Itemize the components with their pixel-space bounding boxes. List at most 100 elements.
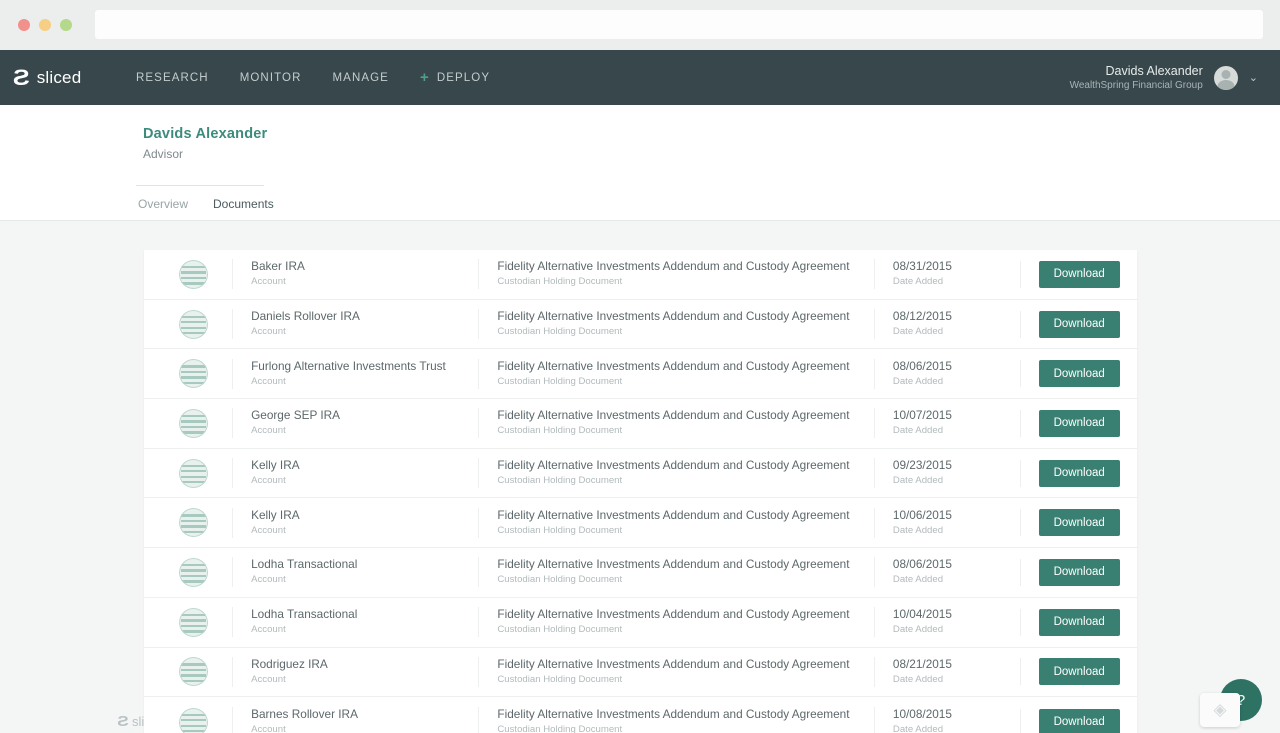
download-button[interactable]: Download — [1038, 260, 1120, 288]
document-name: Fidelity Alternative Investments Addendu… — [497, 259, 850, 274]
row-icon-cell — [155, 259, 232, 289]
table-row[interactable]: Kelly IRA Account Fidelity Alternative Inv… — [144, 449, 1137, 499]
table-row[interactable]: Lodha Transactional Account Fidelity Alter… — [144, 548, 1137, 598]
user-identity: Davids Alexander WealthSpring Financial … — [1070, 63, 1203, 93]
profile-header: Davids Alexander Advisor — [0, 105, 1280, 186]
account-cell: George SEP IRA Account — [232, 408, 478, 439]
brand-name-label: sliced — [36, 68, 82, 87]
date-cell: 08/06/2015 Date Added — [873, 557, 1020, 588]
tab-list: Overview Documents — [138, 186, 274, 223]
download-button[interactable]: Download — [1038, 708, 1120, 733]
download-button[interactable]: Download — [1038, 658, 1120, 686]
table-row[interactable]: Kelly IRA Account Fidelity Alternative Inv… — [144, 498, 1137, 549]
minimize-window-icon[interactable] — [39, 19, 51, 31]
tab-bar: Overview Documents — [0, 186, 1280, 223]
document-lines-icon — [179, 458, 209, 488]
table-row[interactable]: Rodriguez IRA Account Fidelity Alternative… — [144, 648, 1137, 698]
user-name-label: Davids Alexander — [1105, 63, 1203, 78]
chevron-down-icon[interactable]: ⌄ — [1249, 71, 1258, 84]
date-cell: 08/21/2015 Date Added — [873, 656, 1020, 687]
table-row[interactable]: Lodha Transactional Account Fidelity Alter… — [144, 598, 1137, 648]
date-sublabel: Date Added — [892, 524, 944, 536]
document-cell: Fidelity Alternative Investments Addendu… — [478, 309, 874, 340]
document-sublabel: Custodian Holding Document — [497, 276, 623, 288]
document-lines-icon — [179, 607, 209, 637]
date-added-value: 10/07/2015 — [892, 408, 952, 423]
account-cell: Daniels Rollover IRA Account — [232, 309, 478, 340]
date-cell: 10/08/2015 Date Added — [873, 707, 1020, 733]
document-cell: Fidelity Alternative Investments Addendu… — [478, 656, 874, 687]
user-org-label: WealthSpring Financial Group — [1069, 79, 1203, 91]
account-name: Barnes Rollover IRA — [251, 707, 358, 722]
document-sublabel: Custodian Holding Document — [497, 574, 623, 586]
account-name: Daniels Rollover IRA — [251, 309, 360, 324]
account-name: Kelly IRA — [251, 458, 300, 473]
sliced-footer-logo-icon: Ƨ — [117, 713, 129, 730]
download-button[interactable]: Download — [1038, 608, 1120, 636]
document-cell: Fidelity Alternative Investments Addendu… — [478, 607, 874, 638]
document-cell: Fidelity Alternative Investments Addendu… — [478, 507, 874, 538]
table-row[interactable]: Baker IRA Account Fidelity Alternative Inv… — [144, 250, 1137, 300]
account-sublabel: Account — [251, 673, 286, 685]
document-lines-icon — [179, 707, 209, 733]
table-row[interactable]: George SEP IRA Account Fidelity Alternativ… — [144, 399, 1137, 449]
document-name: Fidelity Alternative Investments Addendu… — [497, 309, 850, 324]
document-cell: Fidelity Alternative Investments Addendu… — [478, 408, 874, 439]
date-sublabel: Date Added — [892, 375, 944, 387]
date-cell: 10/07/2015 Date Added — [873, 408, 1020, 439]
plus-icon: + — [419, 69, 430, 86]
document-sublabel: Custodian Holding Document — [497, 375, 623, 387]
account-sublabel: Account — [251, 574, 286, 586]
row-icon-cell — [155, 607, 232, 637]
document-lines-icon — [179, 259, 209, 289]
action-cell: Download — [1020, 708, 1137, 733]
user-menu[interactable]: Davids Alexander WealthSpring Financial … — [1070, 50, 1258, 105]
document-name: Fidelity Alternative Investments Addendu… — [497, 358, 850, 373]
document-cell: Fidelity Alternative Investments Addendu… — [478, 259, 874, 290]
download-button[interactable]: Download — [1038, 310, 1120, 338]
tab-documents[interactable]: Documents — [213, 197, 274, 223]
nav-item-manage[interactable]: MANAGE — [333, 72, 389, 84]
nav-item-research[interactable]: RESEARCH — [136, 72, 209, 84]
download-button[interactable]: Download — [1038, 459, 1120, 487]
account-sublabel: Account — [251, 475, 286, 487]
close-window-icon[interactable] — [18, 19, 30, 31]
profile-role-label: Advisor — [143, 147, 184, 161]
download-button[interactable]: Download — [1038, 558, 1120, 586]
window-traffic-lights — [18, 19, 72, 31]
download-button[interactable]: Download — [1038, 360, 1120, 388]
nav-item-deploy[interactable]: + DEPLOY — [419, 69, 491, 86]
download-button[interactable]: Download — [1038, 509, 1120, 537]
document-cell: Fidelity Alternative Investments Addendu… — [478, 358, 874, 389]
brand-logo[interactable]: Ƨ sliced — [13, 67, 82, 89]
date-cell: 09/23/2015 Date Added — [873, 458, 1020, 489]
table-row[interactable]: Daniels Rollover IRA Account Fidelity Alte… — [144, 300, 1137, 350]
company-logo-icon[interactable]: ◈ — [1200, 693, 1240, 727]
account-name: Rodriguez IRA — [251, 656, 328, 671]
action-cell: Download — [1020, 459, 1137, 487]
account-name: Kelly IRA — [251, 507, 300, 522]
nav-item-monitor[interactable]: MONITOR — [240, 72, 302, 84]
download-button[interactable]: Download — [1038, 409, 1120, 437]
url-input[interactable] — [95, 10, 1263, 39]
document-sublabel: Custodian Holding Document — [497, 425, 623, 437]
row-icon-cell — [155, 458, 232, 488]
table-row[interactable]: Barnes Rollover IRA Account Fidelity Alter… — [144, 697, 1137, 733]
tab-overview[interactable]: Overview — [138, 197, 188, 223]
account-sublabel: Account — [251, 724, 286, 733]
document-name: Fidelity Alternative Investments Addendu… — [497, 458, 850, 473]
account-sublabel: Account — [251, 276, 286, 288]
avatar[interactable] — [1213, 65, 1238, 90]
account-cell: Barnes Rollover IRA Account — [232, 707, 478, 733]
page-title: Davids Alexander — [143, 126, 268, 142]
date-added-value: 08/12/2015 — [892, 309, 952, 324]
document-cell: Fidelity Alternative Investments Addendu… — [478, 557, 874, 588]
browser-chrome — [0, 0, 1280, 50]
table-row[interactable]: Furlong Alternative Investments Trust Acc… — [144, 349, 1137, 400]
date-added-value: 08/06/2015 — [892, 358, 952, 373]
date-cell: 08/06/2015 Date Added — [873, 358, 1020, 389]
nav-item-deploy-label: DEPLOY — [436, 71, 491, 84]
date-added-value: 09/23/2015 — [892, 458, 952, 473]
maximize-window-icon[interactable] — [60, 19, 72, 31]
date-sublabel: Date Added — [892, 574, 944, 586]
